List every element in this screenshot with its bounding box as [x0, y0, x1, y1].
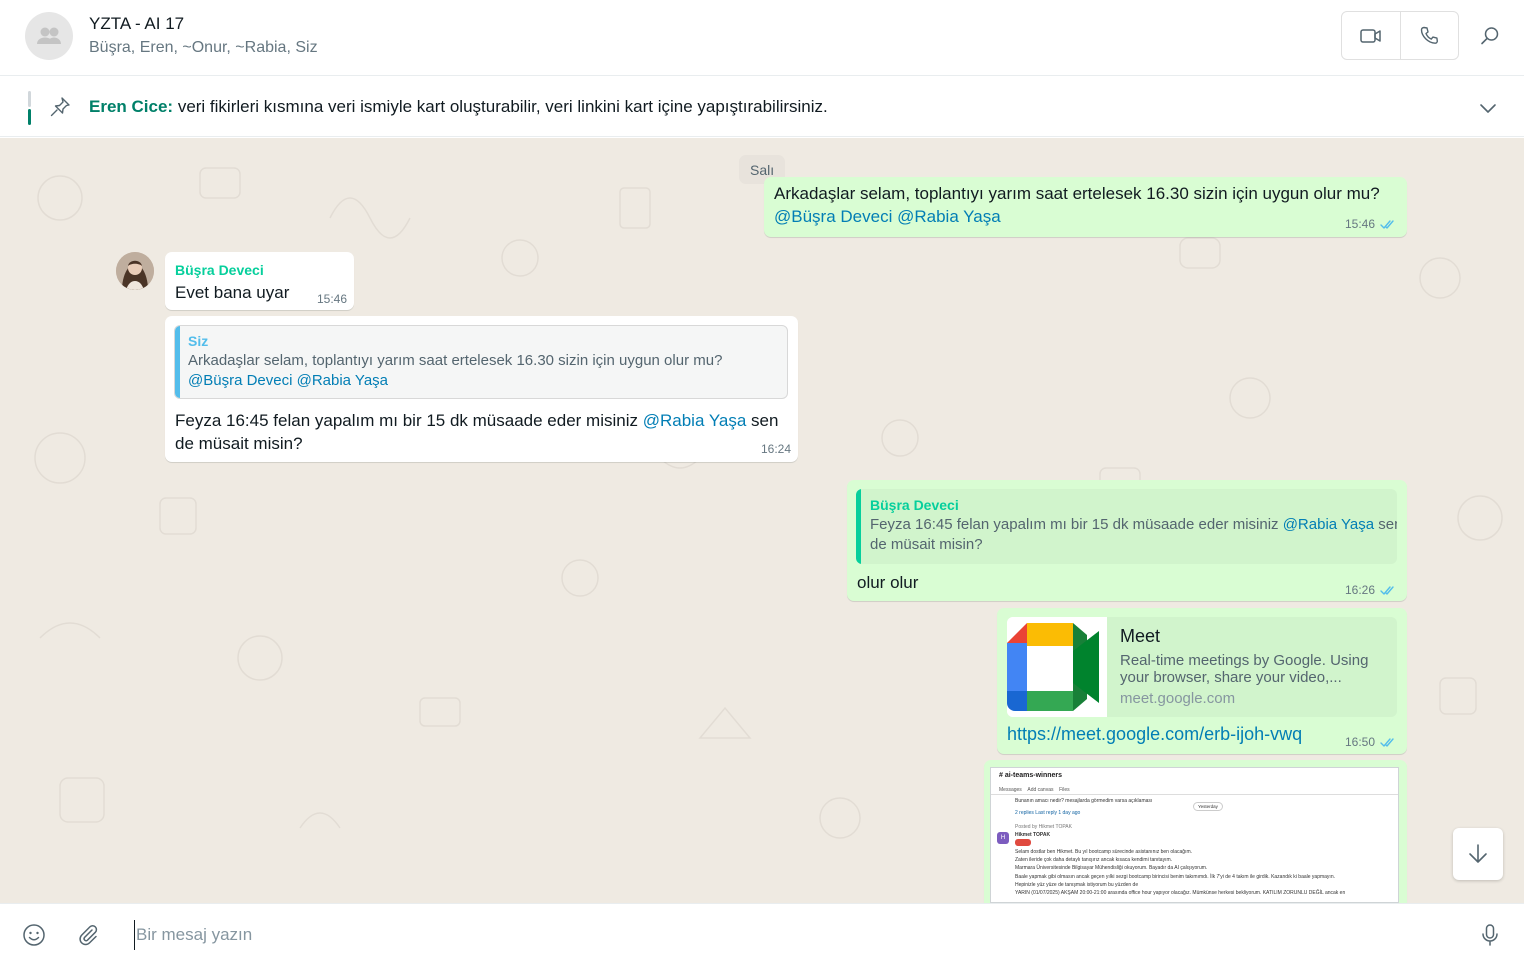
- screenshot-channel-name: # ai-teams-winners: [999, 772, 1063, 779]
- message-incoming[interactable]: Büşra Deveci Evet bana uyar 15:46: [165, 252, 354, 310]
- microphone-icon: [1482, 924, 1498, 946]
- pinned-author: Eren Cice:: [89, 97, 174, 116]
- call-buttons: [1341, 11, 1459, 60]
- voice-call-button[interactable]: [1399, 12, 1458, 59]
- avatar[interactable]: [116, 252, 154, 290]
- double-check-icon: [1380, 737, 1394, 747]
- meet-logo-icon: [1007, 617, 1107, 717]
- screenshot-yesterday: Yesterday: [1193, 802, 1223, 811]
- sender-name[interactable]: Büşra Deveci: [175, 262, 264, 278]
- message-incoming[interactable]: Siz Arkadaşlar selam, toplantıyı yarım s…: [165, 316, 798, 462]
- pinned-indicator: [28, 91, 31, 125]
- phone-icon: [1421, 26, 1439, 44]
- message-time: 16:24: [761, 442, 792, 456]
- message-outgoing[interactable]: Büşra Deveci Feyza 16:45 felan yapalım m…: [847, 480, 1407, 601]
- double-check-icon: [1380, 585, 1394, 595]
- message-outgoing[interactable]: Arkadaşlar selam, toplantıyı yarım saat …: [764, 177, 1407, 237]
- emoji-button[interactable]: [21, 922, 47, 948]
- pinned-message-text[interactable]: Eren Cice: veri fikirleri kısmına veri i…: [89, 97, 828, 117]
- search-button[interactable]: [1478, 24, 1502, 48]
- double-check-icon: [1380, 219, 1394, 229]
- message-meta: 16:50: [1345, 735, 1397, 749]
- message-time: 16:50: [1345, 735, 1376, 749]
- chat-header: YZTA - AI 17 Büşra, Eren, ~Onur, ~Rabia,…: [0, 0, 1524, 76]
- message-meta: 16:24: [761, 442, 791, 456]
- message-text: Feyza 16:45 felan yapalım mı bir 15 dk m…: [175, 411, 779, 453]
- meeting-link[interactable]: https://meet.google.com/erb-ijoh-vwq: [1007, 724, 1302, 745]
- image-attachment[interactable]: # ai-teams-winners Messages Add canvas F…: [990, 767, 1399, 903]
- pin-icon: [50, 97, 70, 117]
- mention-link[interactable]: @Büşra Deveci: [774, 207, 892, 226]
- message-composer: [0, 903, 1524, 964]
- attach-button[interactable]: [75, 922, 101, 948]
- emoji-icon: [23, 924, 45, 946]
- link-preview-card[interactable]: Meet Real-time meetings by Google. Using…: [1007, 617, 1397, 717]
- group-avatar[interactable]: [25, 12, 73, 60]
- chevron-down-icon[interactable]: [1476, 96, 1500, 120]
- quoted-text: Feyza 16:45 felan yapalım mı bir 15 dk m…: [870, 516, 1397, 553]
- message-time: 15:46: [1345, 217, 1376, 231]
- chat-title[interactable]: YZTA - AI 17: [89, 14, 184, 34]
- chat-area[interactable]: Salı Arkadaşlar selam, toplantıyı yarım …: [0, 138, 1524, 903]
- video-call-button[interactable]: [1342, 12, 1400, 59]
- paperclip-icon: [79, 925, 98, 946]
- search-icon: [1481, 27, 1499, 45]
- link-title: Meet: [1120, 626, 1161, 646]
- message-time: 16:26: [1345, 583, 1376, 597]
- quoted-message[interactable]: Siz Arkadaşlar selam, toplantıyı yarım s…: [174, 325, 788, 399]
- mention-link[interactable]: @Rabia Yaşa: [897, 207, 1001, 226]
- message-meta: 15:46: [1345, 217, 1397, 231]
- chat-members[interactable]: Büşra, Eren, ~Onur, ~Rabia, Siz: [89, 39, 318, 57]
- mention-link[interactable]: @Rabia Yaşa: [643, 411, 747, 430]
- message-meta: 16:26: [1345, 583, 1397, 597]
- voice-record-button[interactable]: [1477, 922, 1503, 948]
- group-icon: [37, 27, 61, 44]
- quoted-author: Siz: [188, 333, 209, 349]
- quoted-message[interactable]: Büşra Deveci Feyza 16:45 felan yapalım m…: [856, 489, 1397, 564]
- quoted-author: Büşra Deveci: [870, 497, 959, 513]
- message-meta: 15:46: [317, 292, 347, 306]
- quoted-text: Arkadaşlar selam, toplantıyı yarım saat …: [188, 352, 723, 389]
- arrow-down-icon: [1469, 844, 1487, 863]
- link-description: Real-time meetings by Google. Using your…: [1120, 652, 1369, 686]
- message-text: Evet bana uyar: [175, 283, 290, 302]
- message-input[interactable]: [134, 920, 1454, 950]
- message-text: Arkadaşlar selam, toplantıyı yarım saat …: [774, 184, 1380, 226]
- link-domain: meet.google.com: [1120, 690, 1236, 707]
- scroll-to-bottom-button[interactable]: [1453, 828, 1503, 880]
- profile-photo: [116, 252, 154, 290]
- video-camera-icon: [1360, 28, 1381, 43]
- pinned-body: veri fikirleri kısmına veri ismiyle kart…: [173, 97, 828, 116]
- message-time: 15:46: [317, 292, 348, 306]
- message-text: olur olur: [857, 573, 919, 592]
- screenshot-tabs: Messages Add canvas Files: [999, 787, 1070, 793]
